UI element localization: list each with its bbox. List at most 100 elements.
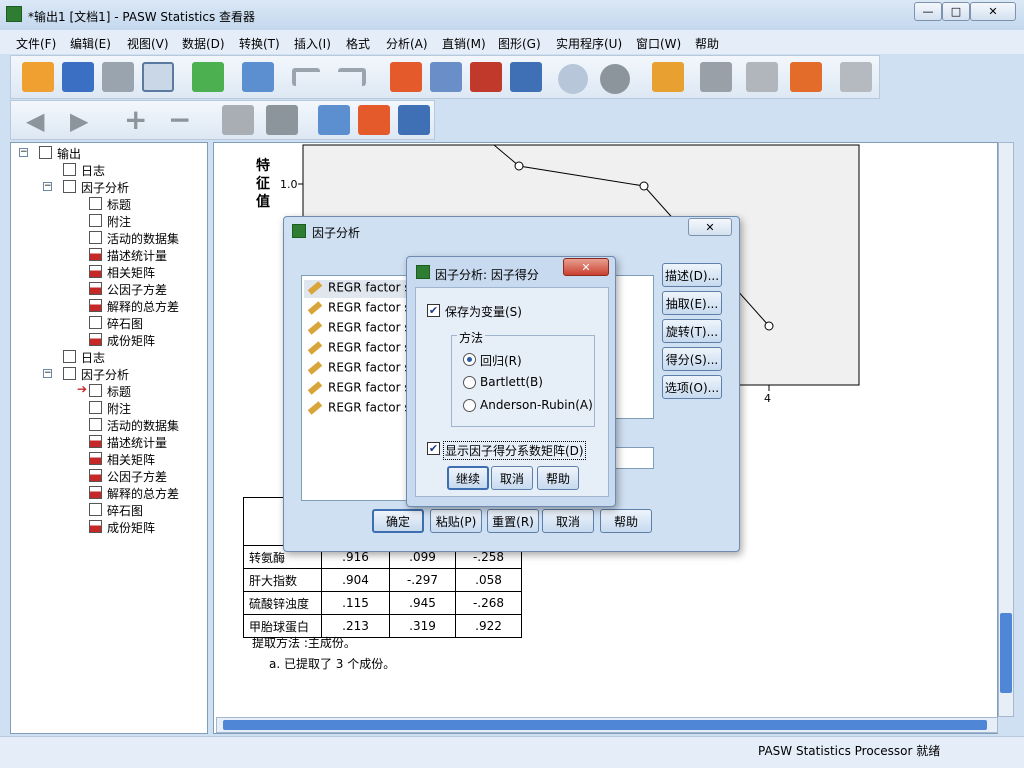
subdialog-button[interactable]: 继续 [447,466,489,490]
data-table-icon[interactable] [510,62,542,92]
insert-text-icon[interactable] [398,105,430,135]
dialog-button[interactable]: 确定 [372,509,424,533]
list-item[interactable]: REGR factor sc [304,340,408,358]
weight-cases-icon[interactable] [600,64,630,94]
tree-item-label[interactable]: 碎石图 [107,315,143,332]
vertical-scroll-thumb[interactable] [1000,613,1012,693]
maximize-button[interactable]: □ [942,2,970,21]
method-radio[interactable] [463,353,476,366]
designate-window-icon[interactable] [840,62,872,92]
show-coefficient-matrix-checkbox[interactable]: ✔ [427,442,440,455]
undo-icon[interactable] [292,68,320,86]
collapse-icon[interactable]: − [168,106,191,134]
dialog-button[interactable]: 取消 [542,509,594,533]
tree-item-label[interactable]: 公因子方差 [107,468,167,485]
menu-direct-marketing[interactable]: 直销(M) [442,35,486,52]
subdialog-button[interactable]: 帮助 [537,466,579,490]
subdialog-button[interactable]: 取消 [491,466,533,490]
goto-case-icon[interactable] [430,62,462,92]
use-sets-icon[interactable] [700,62,732,92]
open-icon[interactable] [22,62,54,92]
side-button[interactable]: 抽取(E)... [662,291,722,315]
print-preview-icon[interactable] [142,62,174,92]
horizontal-scroll-thumb[interactable] [223,720,987,730]
minimize-button[interactable]: — [914,2,942,21]
tree-item-label[interactable]: 碎石图 [107,502,143,519]
tree-item-label[interactable]: 日志 [81,349,105,366]
horizontal-scrollbar[interactable] [216,717,998,733]
menu-transform[interactable]: 转换(T) [239,35,280,52]
tree-item-label[interactable]: 标题 [107,383,131,400]
dialog-button[interactable]: 重置(R) [487,509,539,533]
side-button[interactable]: 描述(D)... [662,263,722,287]
list-item[interactable]: REGR factor sc [304,280,408,298]
spelling-icon[interactable] [790,62,822,92]
menu-insert[interactable]: 插入(I) [294,35,331,52]
tree-item-label[interactable]: 活动的数据集 [107,417,179,434]
redo-icon[interactable] [338,68,366,86]
show-icon[interactable] [222,105,254,135]
forward-icon[interactable]: ▶ [70,109,88,133]
tree-toggle[interactable]: − [43,182,52,191]
tree-item-label[interactable]: 描述统计量 [107,247,167,264]
method-radio[interactable] [463,399,476,412]
variable-list[interactable]: REGR factor sc REGR factor sc REGR factor … [301,275,411,501]
method-radio[interactable] [463,376,476,389]
list-item[interactable]: REGR factor sc [304,320,408,338]
close-button[interactable]: ✕ [970,2,1016,21]
tree-item-label[interactable]: 描述统计量 [107,434,167,451]
split-file-icon[interactable] [558,64,588,94]
dialog-button[interactable]: 帮助 [600,509,652,533]
hide-icon[interactable] [266,105,298,135]
side-button[interactable]: 旋转(T)... [662,319,722,343]
tree-item-label[interactable]: 标题 [107,196,131,213]
subdialog-close-button[interactable]: ✕ [563,258,609,276]
tree-item-label[interactable]: 附注 [107,400,131,417]
tree-toggle[interactable]: − [19,148,28,157]
menu-help[interactable]: 帮助 [695,35,719,52]
print-icon[interactable] [102,62,134,92]
goto-data-icon[interactable] [390,62,422,92]
dialog-button[interactable]: 粘贴(P) [430,509,482,533]
value-labels-icon[interactable] [652,62,684,92]
insert-heading-icon[interactable] [318,105,350,135]
save-icon[interactable] [62,62,94,92]
menu-utilities[interactable]: 实用程序(U) [556,35,622,52]
back-icon[interactable]: ◀ [26,109,44,133]
side-button[interactable]: 选项(O)... [662,375,722,399]
menu-data[interactable]: 数据(D) [182,35,225,52]
list-item[interactable]: REGR factor sc [304,380,408,398]
tree-item-label[interactable]: 活动的数据集 [107,230,179,247]
list-item[interactable]: REGR factor sc [304,300,408,318]
menu-edit[interactable]: 编辑(E) [70,35,111,52]
menu-view[interactable]: 视图(V) [127,35,169,52]
recall-dialog-icon[interactable] [242,62,274,92]
menu-format[interactable]: 格式 [346,35,370,52]
vertical-scrollbar[interactable] [998,142,1014,717]
dialog-close-button[interactable]: ✕ [688,218,732,236]
menu-graphs[interactable]: 图形(G) [498,35,541,52]
tree-item-label[interactable]: 相关矩阵 [107,264,155,281]
tree-item-label[interactable]: 解释的总方差 [107,485,179,502]
variables-icon[interactable] [470,62,502,92]
tree-item-label[interactable]: 因子分析 [81,179,129,196]
tree-toggle[interactable]: − [43,369,52,378]
tree-item-label[interactable]: 解释的总方差 [107,298,179,315]
insert-title-icon[interactable] [358,105,390,135]
list-item[interactable]: REGR factor sc [304,360,408,378]
tree-item-label[interactable]: 成份矩阵 [107,519,155,536]
tree-item-label[interactable]: 日志 [81,162,105,179]
tree-item-label[interactable]: 输出 [57,145,81,162]
tree-item-label[interactable]: 因子分析 [81,366,129,383]
export-icon[interactable] [192,62,224,92]
side-button[interactable]: 得分(S)... [662,347,722,371]
menu-analyze[interactable]: 分析(A) [386,35,428,52]
tree-item-label[interactable]: 公因子方差 [107,281,167,298]
list-item[interactable]: REGR factor sc [304,400,408,418]
tree-item-label[interactable]: 相关矩阵 [107,451,155,468]
expand-icon[interactable]: + [124,106,147,134]
menu-window[interactable]: 窗口(W) [636,35,681,52]
save-as-variables-checkbox[interactable]: ✔ [427,304,440,317]
show-all-icon[interactable] [746,62,778,92]
tree-item-label[interactable]: 附注 [107,213,131,230]
